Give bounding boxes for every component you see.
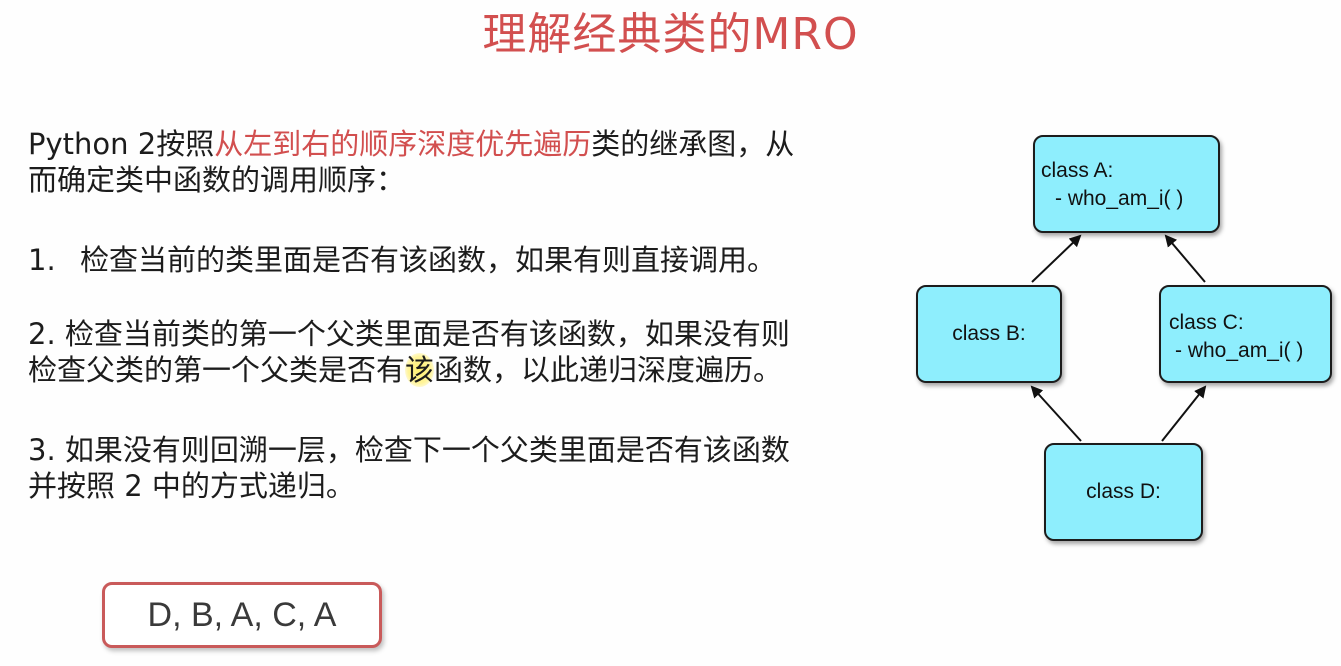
step-1-text: 检查当前的类里面是否有该函数，如果有则直接调用。 [80,243,777,277]
mro-answer-box: D, B, A, C, A [102,582,382,648]
step-3-line1: 3. 如果没有则回溯一层，检查下一个父类里面是否有该函数 [28,433,790,467]
step-1: 1. 检查当前的类里面是否有该函数，如果有则直接调用。 [28,242,776,278]
class-a-node: class A: - who_am_i( ) [1033,135,1220,233]
step-1-number: 1. [28,243,56,277]
step-2-line2-before: 检查父类的第一个父类是否有 [28,353,406,387]
step-2-line1: 2. 检查当前类的第一个父类里面是否有该函数，如果没有则 [28,317,790,351]
intro-text-before: Python 2按照 [28,127,215,161]
class-b-label: class B: [952,322,1026,345]
intro-highlight: 从左到右的顺序深度优先遍历 [214,127,592,161]
intro-text-line2: 而确定类中函数的调用顺序： [28,163,406,197]
class-d-node: class D: [1044,443,1203,541]
class-b-node: class B: [916,285,1062,383]
class-d-label: class D: [1086,480,1161,503]
intro-paragraph: Python 2按照从左到右的顺序深度优先遍历类的继承图，从 而确定类中函数的调… [28,126,794,198]
arrow-d-to-c [1161,385,1207,442]
intro-text-after: 类的继承图，从 [591,127,795,161]
arrow-d-to-b [1030,385,1082,442]
step-2-line2-after: 函数，以此递归深度遍历。 [434,353,783,387]
step-3-line2: 并按照 2 中的方式递归。 [28,469,355,503]
mro-answer-text: D, B, A, C, A [147,595,337,634]
slide-title: 理解经典类的MRO [482,9,859,60]
class-c-node: class C: - who_am_i( ) [1159,285,1332,383]
class-c-method: - who_am_i( ) [1175,339,1304,362]
step-3: 3. 如果没有则回溯一层，检查下一个父类里面是否有该函数 并按照 2 中的方式递… [28,432,790,504]
class-a-method: - who_am_i( ) [1055,187,1184,210]
arrow-c-to-a [1164,234,1206,283]
step-2: 2. 检查当前类的第一个父类里面是否有该函数，如果没有则 检查父类的第一个父类是… [28,316,790,388]
cursor-highlight: 该 [405,353,435,387]
arrow-b-to-a [1031,234,1082,283]
class-a-label: class A: [1041,159,1114,182]
class-c-label: class C: [1169,311,1244,334]
